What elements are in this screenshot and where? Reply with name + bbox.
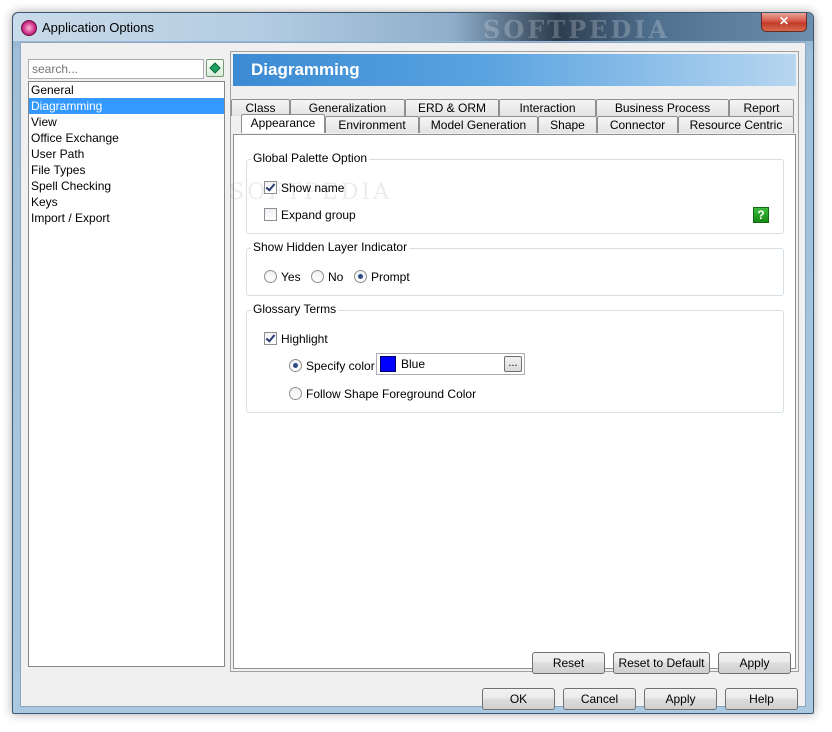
highlight-checkbox[interactable] — [264, 332, 277, 346]
search-input[interactable] — [29, 60, 205, 78]
highlight-label: Highlight — [281, 332, 328, 346]
expand-group-option[interactable]: Expand group — [264, 207, 356, 223]
search-button[interactable] — [206, 59, 224, 77]
show-name-option[interactable]: Show name — [264, 180, 344, 196]
close-button[interactable]: ✕ — [761, 13, 807, 32]
cancel-button[interactable]: Cancel — [563, 688, 636, 710]
tab-model-generation[interactable]: Model Generation — [419, 116, 538, 133]
follow-shape-radio[interactable] — [289, 387, 302, 401]
nav-item-view[interactable]: View — [29, 114, 224, 130]
reset-to-default-button[interactable]: Reset to Default — [613, 652, 710, 674]
follow-shape-label: Follow Shape Foreground Color — [306, 387, 477, 401]
browse-color-button[interactable]: ... — [504, 356, 522, 372]
hidden-layer-no-option[interactable]: No — [311, 269, 343, 285]
specify-color-option[interactable]: Specify color — [289, 358, 375, 374]
show-name-label: Show name — [281, 181, 345, 195]
nav-item-file-types[interactable]: File Types — [29, 162, 224, 178]
prompt-radio[interactable] — [354, 270, 367, 284]
watermark: SOFTPEDIA — [483, 15, 671, 44]
hidden-layer-yes-option[interactable]: Yes — [264, 269, 301, 285]
tab-interaction[interactable]: Interaction — [499, 99, 596, 116]
tab-environment[interactable]: Environment — [325, 116, 419, 133]
nav-item-general[interactable]: General — [29, 82, 224, 98]
color-picker-field[interactable]: Blue ... — [376, 353, 525, 375]
hidden-layer-prompt-option[interactable]: Prompt — [354, 269, 410, 285]
tab-report[interactable]: Report — [729, 99, 794, 116]
panel-header: Diagramming — [233, 54, 796, 86]
color-swatch — [380, 356, 396, 372]
help-button[interactable]: Help — [725, 688, 798, 710]
dialog-client-area: General Diagramming View Office Exchange… — [20, 42, 806, 710]
glossary-group: Glossary Terms Highlight Specify color B… — [246, 302, 784, 413]
app-icon — [21, 20, 37, 36]
highlight-option[interactable]: Highlight — [264, 331, 328, 347]
nav-item-diagramming[interactable]: Diagramming — [29, 98, 224, 114]
help-icon[interactable]: ? — [753, 207, 769, 223]
hidden-layer-title: Show Hidden Layer Indicator — [251, 240, 410, 254]
specify-color-radio[interactable] — [289, 359, 302, 373]
nav-item-keys[interactable]: Keys — [29, 194, 224, 210]
color-name: Blue — [401, 357, 426, 371]
reset-button[interactable]: Reset — [532, 652, 605, 674]
panel-title: Diagramming — [251, 60, 360, 79]
tab-resource-centric[interactable]: Resource Centric — [678, 116, 794, 133]
application-options-window: Application Options SOFTPEDIA ✕ General … — [12, 12, 814, 714]
dialog-apply-button[interactable]: Apply — [644, 688, 717, 710]
tab-connector[interactable]: Connector — [597, 116, 678, 133]
nav-item-user-path[interactable]: User Path — [29, 146, 224, 162]
no-radio[interactable] — [311, 270, 324, 284]
tab-erd-orm[interactable]: ERD & ORM — [405, 99, 499, 116]
global-palette-group: Global Palette Option Show name Expand g… — [246, 151, 784, 234]
prompt-label: Prompt — [371, 270, 410, 284]
window-title: Application Options — [42, 20, 155, 35]
glossary-title: Glossary Terms — [251, 302, 339, 316]
nav-item-office-exchange[interactable]: Office Exchange — [29, 130, 224, 146]
category-list: General Diagramming View Office Exchange… — [28, 81, 225, 667]
search-box[interactable] — [28, 59, 205, 79]
title-bar[interactable]: Application Options SOFTPEDIA ✕ — [13, 13, 813, 44]
follow-shape-option[interactable]: Follow Shape Foreground Color — [289, 386, 476, 402]
diamond-icon — [209, 62, 221, 74]
panel-apply-button[interactable]: Apply — [718, 652, 791, 674]
tab-row-2: Appearance Environment Model Generation … — [231, 114, 798, 134]
hidden-layer-group: Show Hidden Layer Indicator Yes No Promp… — [246, 240, 784, 296]
nav-item-spell-checking[interactable]: Spell Checking — [29, 178, 224, 194]
specify-color-label: Specify color — [306, 359, 375, 373]
expand-group-checkbox[interactable] — [264, 208, 277, 222]
tab-shape[interactable]: Shape — [538, 116, 597, 133]
tab-business-process[interactable]: Business Process — [596, 99, 729, 116]
settings-panel: Diagramming Class Generalization ERD & O… — [229, 51, 799, 672]
show-name-checkbox[interactable] — [264, 181, 277, 195]
tab-content-appearance: SOFTPEDIA Global Palette Option Show nam… — [229, 134, 796, 669]
yes-label: Yes — [281, 270, 301, 284]
tab-appearance[interactable]: Appearance — [241, 114, 325, 133]
yes-radio[interactable] — [264, 270, 277, 284]
no-label: No — [328, 270, 344, 284]
nav-item-import-export[interactable]: Import / Export — [29, 210, 224, 226]
expand-group-label: Expand group — [281, 208, 356, 222]
global-palette-title: Global Palette Option — [251, 151, 370, 165]
ok-button[interactable]: OK — [482, 688, 555, 710]
